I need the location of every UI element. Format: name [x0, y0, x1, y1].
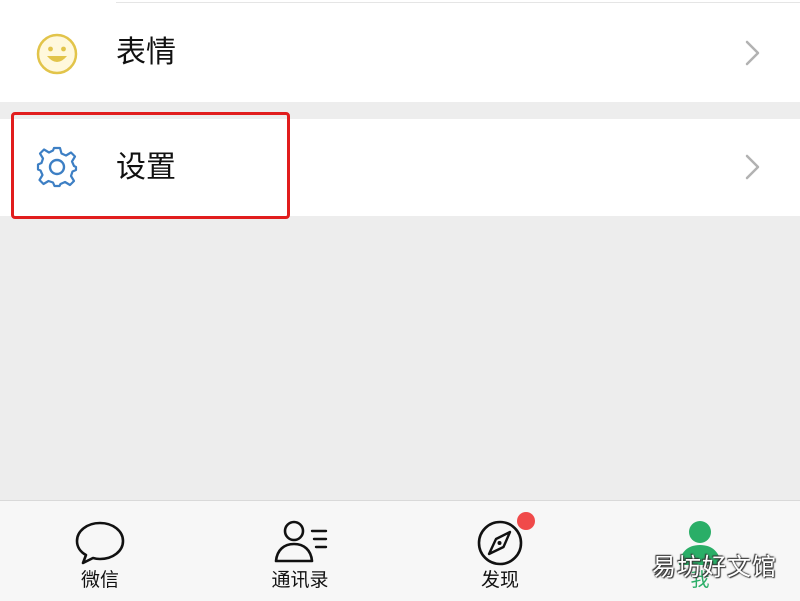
chat-bubble-icon — [75, 521, 125, 565]
divider — [116, 2, 800, 3]
smiley-face-icon — [36, 33, 78, 75]
chevron-right-icon — [745, 40, 760, 66]
contacts-icon — [274, 520, 328, 563]
tab-discover-label: 发现 — [480, 569, 519, 591]
menu-item-emoji-label: 表情 — [116, 35, 176, 70]
menu-item-emoji[interactable]: 表情 — [0, 0, 800, 102]
tab-contacts[interactable]: 通讯录 — [200, 501, 400, 601]
tab-contacts-label: 通讯录 — [271, 569, 329, 591]
tab-chats-label: 微信 — [80, 569, 119, 591]
tab-chats[interactable]: 微信 — [0, 501, 200, 601]
chevron-right-icon — [745, 154, 760, 180]
settings-highlight-box — [11, 112, 290, 219]
tab-discover[interactable]: 发现 — [400, 501, 600, 601]
discover-badge-dot — [517, 512, 535, 530]
watermark-text: 易坊好文馆 — [652, 553, 777, 581]
